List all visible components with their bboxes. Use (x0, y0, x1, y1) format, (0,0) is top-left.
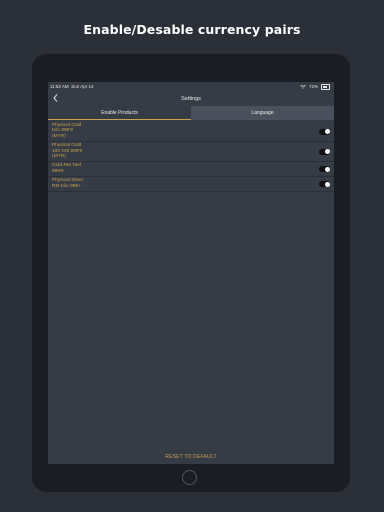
home-button[interactable] (182, 470, 197, 485)
product-toggle[interactable] (319, 166, 330, 173)
status-time-value: 11:52 AM (50, 84, 69, 89)
reset-to-default-button[interactable]: RESET TO DEFAULT (48, 454, 334, 460)
toggle-knob (324, 129, 330, 135)
battery-icon (321, 84, 330, 90)
status-right: 72% (300, 84, 330, 90)
product-label: Physical Gold 100 GM 999'9 (MYR) (52, 143, 82, 160)
product-label: Physical Silver RM Kilo 999+ (52, 178, 84, 189)
app-screen: 11:52 AM Sun Apr 14 72% Settings Enable … (48, 82, 334, 464)
list-item: Physical Silver RM Kilo 999+ (48, 177, 334, 193)
tablet-frame: 11:52 AM Sun Apr 14 72% Settings Enable … (32, 54, 350, 492)
toggle-knob (324, 149, 330, 155)
product-label: Physical Gold Kilo 999'9 (MYR) (52, 123, 82, 139)
status-time: 11:52 AM Sun Apr 14 (50, 84, 93, 89)
wifi-icon (300, 84, 306, 89)
nav-bar: Settings (48, 92, 334, 106)
list-item: Physical Gold 100 GM 999'9 (MYR) (48, 142, 334, 163)
product-toggle[interactable] (319, 181, 330, 188)
status-date: Sun Apr 14 (71, 84, 94, 89)
tab-enable-products[interactable]: Enable Products (48, 106, 191, 120)
list-item: Physical Gold Kilo 999'9 (MYR) (48, 122, 334, 143)
list-item: Gold RM Tael 999'9 (48, 162, 334, 178)
battery-percent: 72% (308, 84, 318, 90)
product-toggle[interactable] (319, 148, 330, 155)
toggle-knob (324, 166, 330, 172)
status-bar: 11:52 AM Sun Apr 14 72% (48, 82, 334, 92)
tab-bar: Enable Products Language (48, 106, 334, 120)
toggle-knob (324, 181, 330, 187)
product-label: Gold RM Tael 999'9 (52, 163, 81, 174)
tab-language[interactable]: Language (191, 106, 334, 120)
page-headline: Enable/Desable currency pairs (83, 22, 301, 37)
nav-title: Settings (181, 96, 201, 102)
product-toggle[interactable] (319, 128, 330, 135)
product-list: Physical Gold Kilo 999'9 (MYR) Physical … (48, 122, 334, 193)
